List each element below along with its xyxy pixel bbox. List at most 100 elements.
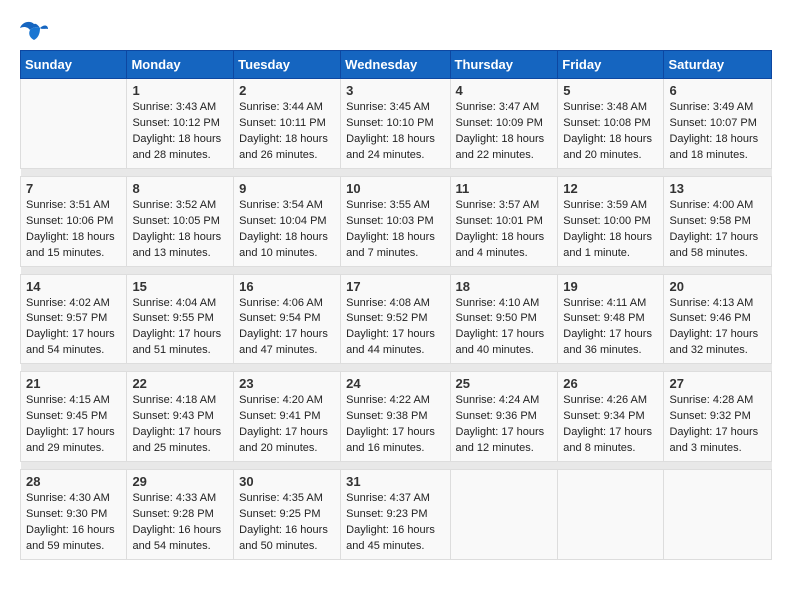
calendar-cell [664, 470, 772, 560]
day-number: 19 [563, 279, 658, 294]
cell-content: Sunrise: 4:06 AM Sunset: 9:54 PM Dayligh… [239, 296, 335, 360]
cell-content: Sunrise: 4:33 AM Sunset: 9:28 PM Dayligh… [132, 491, 228, 555]
cell-content: Sunrise: 3:57 AM Sunset: 10:01 PM Daylig… [456, 198, 553, 262]
calendar-cell: 10 Sunrise: 3:55 AM Sunset: 10:03 PM Dayl… [341, 176, 450, 266]
calendar-cell: 8Sunrise: 3:52 AM Sunset: 10:05 PM Dayli… [127, 176, 234, 266]
cell-content: Sunrise: 4:20 AM Sunset: 9:41 PM Dayligh… [239, 393, 335, 457]
day-number: 25 [456, 376, 553, 391]
cell-content: Sunrise: 4:15 AM Sunset: 9:45 PM Dayligh… [26, 393, 121, 457]
calendar-cell: 3 Sunrise: 3:45 AM Sunset: 10:10 PM Dayli… [341, 79, 450, 169]
day-number: 1 [132, 83, 228, 98]
calendar-cell: 20Sunrise: 4:13 AM Sunset: 9:46 PM Dayli… [664, 274, 772, 364]
page-header [20, 20, 772, 42]
day-number: 3 [346, 83, 444, 98]
day-number: 14 [26, 279, 121, 294]
cell-content: Sunrise: 4:04 AM Sunset: 9:55 PM Dayligh… [132, 296, 228, 360]
calendar-cell: 18 Sunrise: 4:10 AM Sunset: 9:50 PM Dayli… [450, 274, 558, 364]
calendar-cell: 5 Sunrise: 3:48 AM Sunset: 10:08 PM Dayli… [558, 79, 664, 169]
calendar-cell: 4Sunrise: 3:47 AM Sunset: 10:09 PM Dayli… [450, 79, 558, 169]
separator-cell [21, 266, 772, 274]
day-number: 16 [239, 279, 335, 294]
row-separator [21, 168, 772, 176]
cell-content: Sunrise: 4:10 AM Sunset: 9:50 PM Dayligh… [456, 296, 553, 360]
day-number: 31 [346, 474, 444, 489]
day-header-monday: Monday [127, 51, 234, 79]
day-number: 21 [26, 376, 121, 391]
cell-content: Sunrise: 3:49 AM Sunset: 10:07 PM Daylig… [669, 100, 766, 164]
cell-content: Sunrise: 3:47 AM Sunset: 10:09 PM Daylig… [456, 100, 553, 164]
cell-content: Sunrise: 4:30 AM Sunset: 9:30 PM Dayligh… [26, 491, 121, 555]
cell-content: Sunrise: 4:00 AM Sunset: 9:58 PM Dayligh… [669, 198, 766, 262]
calendar-cell: 27 Sunrise: 4:28 AM Sunset: 9:32 PM Dayli… [664, 372, 772, 462]
cell-content: Sunrise: 4:35 AM Sunset: 9:25 PM Dayligh… [239, 491, 335, 555]
day-number: 5 [563, 83, 658, 98]
day-header-tuesday: Tuesday [234, 51, 341, 79]
cell-content: Sunrise: 4:08 AM Sunset: 9:52 PM Dayligh… [346, 296, 444, 360]
calendar-cell: 7 Sunrise: 3:51 AM Sunset: 10:06 PM Dayli… [21, 176, 127, 266]
cell-content: Sunrise: 4:28 AM Sunset: 9:32 PM Dayligh… [669, 393, 766, 457]
cell-content: Sunrise: 4:22 AM Sunset: 9:38 PM Dayligh… [346, 393, 444, 457]
calendar-cell [558, 470, 664, 560]
cell-content: Sunrise: 3:51 AM Sunset: 10:06 PM Daylig… [26, 198, 121, 262]
calendar-cell: 25Sunrise: 4:24 AM Sunset: 9:36 PM Dayli… [450, 372, 558, 462]
cell-content: Sunrise: 3:44 AM Sunset: 10:11 PM Daylig… [239, 100, 335, 164]
day-number: 12 [563, 181, 658, 196]
calendar-cell: 23Sunrise: 4:20 AM Sunset: 9:41 PM Dayli… [234, 372, 341, 462]
calendar-cell: 11 Sunrise: 3:57 AM Sunset: 10:01 PM Dayl… [450, 176, 558, 266]
day-header-wednesday: Wednesday [341, 51, 450, 79]
logo-icon [20, 20, 48, 42]
calendar-cell: 9 Sunrise: 3:54 AM Sunset: 10:04 PM Dayli… [234, 176, 341, 266]
calendar-cell: 28Sunrise: 4:30 AM Sunset: 9:30 PM Dayli… [21, 470, 127, 560]
cell-content: Sunrise: 3:48 AM Sunset: 10:08 PM Daylig… [563, 100, 658, 164]
cell-content: Sunrise: 4:18 AM Sunset: 9:43 PM Dayligh… [132, 393, 228, 457]
day-number: 15 [132, 279, 228, 294]
separator-cell [21, 462, 772, 470]
day-number: 29 [132, 474, 228, 489]
cell-content: Sunrise: 4:11 AM Sunset: 9:48 PM Dayligh… [563, 296, 658, 360]
week-row-2: 7 Sunrise: 3:51 AM Sunset: 10:06 PM Dayli… [21, 176, 772, 266]
calendar-cell: 21 Sunrise: 4:15 AM Sunset: 9:45 PM Dayli… [21, 372, 127, 462]
day-header-friday: Friday [558, 51, 664, 79]
cell-content: Sunrise: 4:26 AM Sunset: 9:34 PM Dayligh… [563, 393, 658, 457]
header-row: SundayMondayTuesdayWednesdayThursdayFrid… [21, 51, 772, 79]
day-number: 9 [239, 181, 335, 196]
day-number: 8 [132, 181, 228, 196]
cell-content: Sunrise: 3:45 AM Sunset: 10:10 PM Daylig… [346, 100, 444, 164]
calendar-cell: 2 Sunrise: 3:44 AM Sunset: 10:11 PM Dayli… [234, 79, 341, 169]
cell-content: Sunrise: 3:59 AM Sunset: 10:00 PM Daylig… [563, 198, 658, 262]
day-header-sunday: Sunday [21, 51, 127, 79]
logo [20, 20, 52, 42]
row-separator [21, 462, 772, 470]
cell-content: Sunrise: 3:55 AM Sunset: 10:03 PM Daylig… [346, 198, 444, 262]
day-number: 24 [346, 376, 444, 391]
cell-content: Sunrise: 4:37 AM Sunset: 9:23 PM Dayligh… [346, 491, 444, 555]
week-row-1: 1 Sunrise: 3:43 AM Sunset: 10:12 PM Dayli… [21, 79, 772, 169]
calendar-cell: 15 Sunrise: 4:04 AM Sunset: 9:55 PM Dayli… [127, 274, 234, 364]
day-number: 2 [239, 83, 335, 98]
week-row-3: 14Sunrise: 4:02 AM Sunset: 9:57 PM Dayli… [21, 274, 772, 364]
day-number: 10 [346, 181, 444, 196]
row-separator [21, 364, 772, 372]
day-number: 27 [669, 376, 766, 391]
week-row-5: 28Sunrise: 4:30 AM Sunset: 9:30 PM Dayli… [21, 470, 772, 560]
calendar-cell: 30Sunrise: 4:35 AM Sunset: 9:25 PM Dayli… [234, 470, 341, 560]
calendar-cell: 31 Sunrise: 4:37 AM Sunset: 9:23 PM Dayli… [341, 470, 450, 560]
row-separator [21, 266, 772, 274]
day-number: 22 [132, 376, 228, 391]
calendar-cell: 19 Sunrise: 4:11 AM Sunset: 9:48 PM Dayli… [558, 274, 664, 364]
day-header-thursday: Thursday [450, 51, 558, 79]
calendar-cell: 16 Sunrise: 4:06 AM Sunset: 9:54 PM Dayli… [234, 274, 341, 364]
day-number: 26 [563, 376, 658, 391]
day-number: 18 [456, 279, 553, 294]
day-number: 11 [456, 181, 553, 196]
separator-cell [21, 364, 772, 372]
cell-content: Sunrise: 3:54 AM Sunset: 10:04 PM Daylig… [239, 198, 335, 262]
calendar-cell: 17Sunrise: 4:08 AM Sunset: 9:52 PM Dayli… [341, 274, 450, 364]
cell-content: Sunrise: 4:13 AM Sunset: 9:46 PM Dayligh… [669, 296, 766, 360]
calendar-cell: 12 Sunrise: 3:59 AM Sunset: 10:00 PM Dayl… [558, 176, 664, 266]
calendar-cell: 6Sunrise: 3:49 AM Sunset: 10:07 PM Dayli… [664, 79, 772, 169]
week-row-4: 21 Sunrise: 4:15 AM Sunset: 9:45 PM Dayli… [21, 372, 772, 462]
calendar-cell: 1 Sunrise: 3:43 AM Sunset: 10:12 PM Dayli… [127, 79, 234, 169]
day-number: 7 [26, 181, 121, 196]
cell-content: Sunrise: 3:43 AM Sunset: 10:12 PM Daylig… [132, 100, 228, 164]
